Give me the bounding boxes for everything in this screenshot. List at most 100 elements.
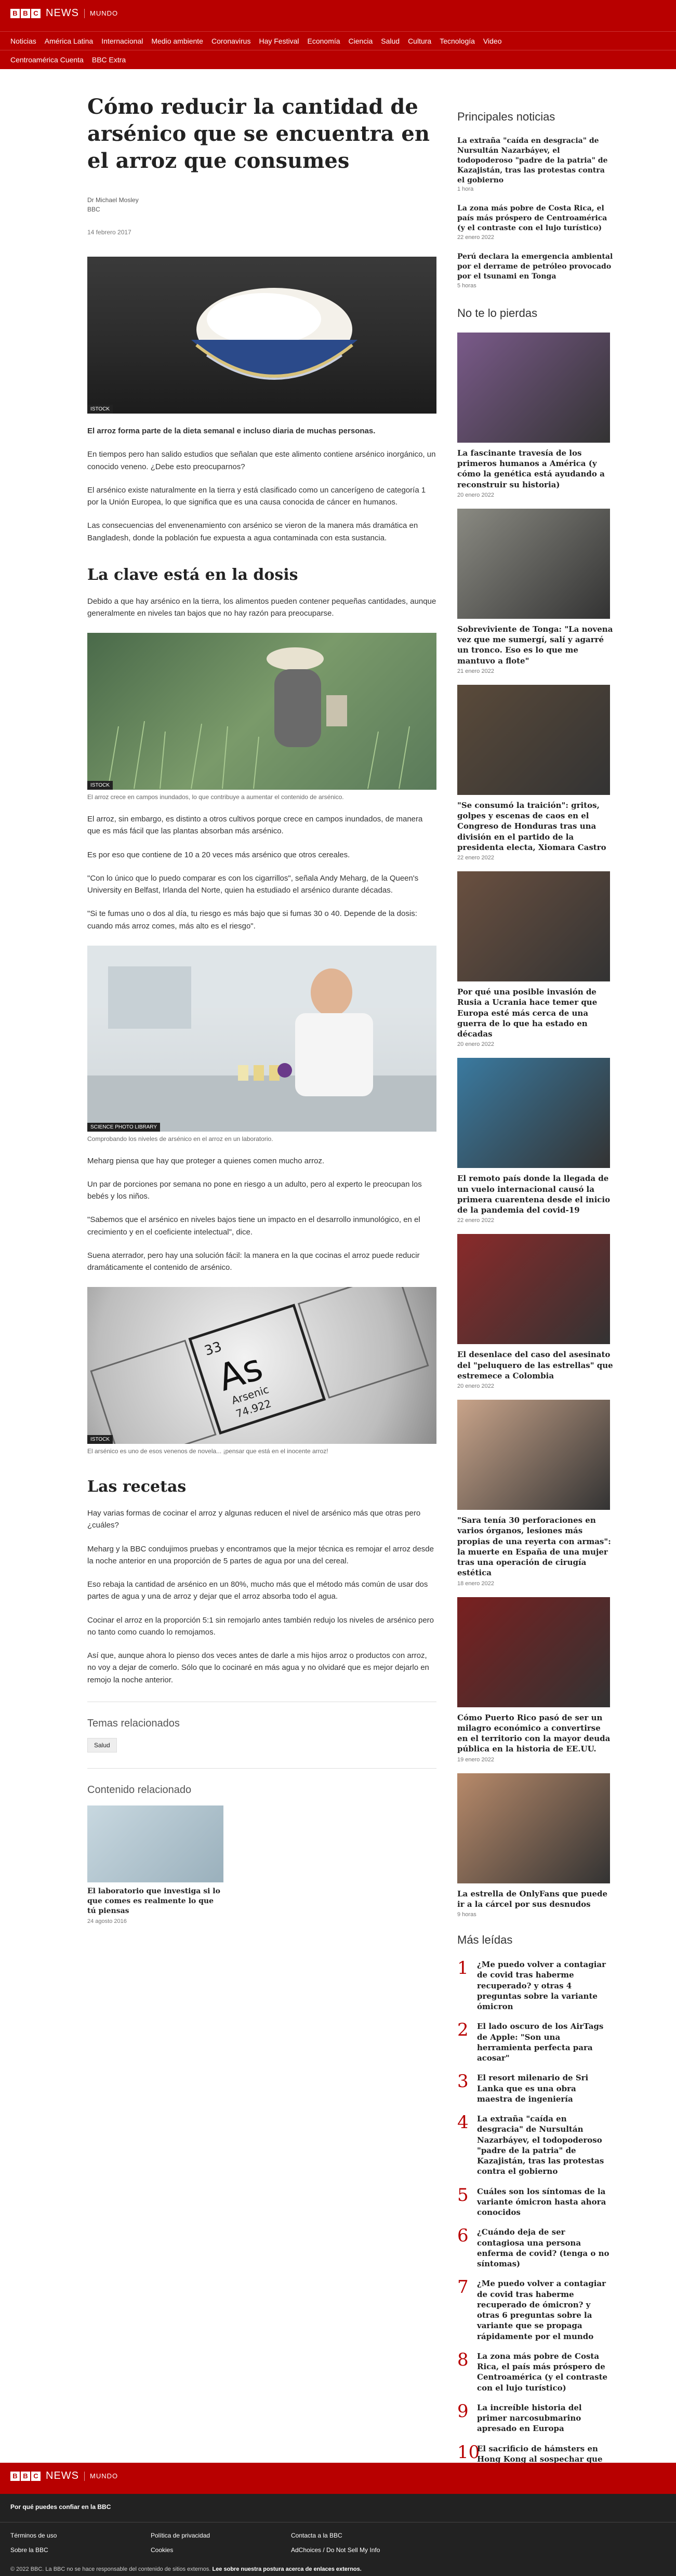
- logo-letter-b2: B: [21, 2471, 30, 2481]
- most-read-item[interactable]: 4 La extraña "caída en desgracia" de Nurs…: [457, 2114, 613, 2177]
- feature-card-image: [457, 1058, 610, 1169]
- feature-card[interactable]: "Sara tenía 30 perforaciones en varios ó…: [457, 1400, 613, 1587]
- feature-card[interactable]: El desenlace del caso del asesinato del …: [457, 1234, 613, 1389]
- feature-card-title: El desenlace del caso del asesinato del …: [457, 1350, 613, 1380]
- footer-links: Términos de uso Política de privacidad C…: [0, 2522, 676, 2554]
- feature-card[interactable]: La estrella de OnlyFans que puede ir a l…: [457, 1773, 613, 1918]
- top-story[interactable]: La extraña "caída en desgracia" de Nursu…: [457, 136, 613, 192]
- topic-tag-salud[interactable]: Salud: [87, 1737, 117, 1752]
- top-story-title: La extraña "caída en desgracia" de Nursu…: [457, 137, 608, 184]
- related-card[interactable]: El laboratorio que investiga si lo que c…: [87, 1805, 223, 1924]
- most-read-rank: 5: [457, 2184, 469, 2206]
- nav-item-video[interactable]: Video: [479, 37, 506, 45]
- feature-card[interactable]: Por qué una posible invasión de Rusia a …: [457, 871, 613, 1047]
- top-story-title: Perú declara la emergencia ambiental por…: [457, 253, 613, 281]
- nav-item-hay-festival[interactable]: Hay Festival: [255, 37, 303, 45]
- feature-card-title: Cómo Puerto Rico pasó de ser un milagro …: [457, 1712, 611, 1754]
- most-read-rank: 1: [457, 1958, 469, 1979]
- feature-card[interactable]: "Se consumó la traición": gritos, golpes…: [457, 684, 613, 861]
- paragraph: "Con lo único que lo puedo comparar es c…: [87, 873, 419, 895]
- most-read-item[interactable]: 1 ¿Me puedo volver a contagiar de covid t…: [457, 1959, 613, 2012]
- periodic-table-illustration: 33 As Arsenic 74.922: [90, 1270, 429, 1467]
- feature-card-date: 18 enero 2022: [457, 1580, 494, 1587]
- logo-mundo: MUNDO: [90, 2472, 118, 2480]
- footer-link[interactable]: Sobre la BBC: [10, 2546, 151, 2554]
- footer-link[interactable]: AdChoices / Do Not Sell My Info: [291, 2546, 431, 2554]
- nav-item-cultura[interactable]: Cultura: [404, 37, 435, 45]
- image-caption: El arsénico es uno de esos venenos de no…: [87, 1448, 328, 1455]
- top-story[interactable]: La zona más pobre de Costa Rica, el país…: [457, 204, 613, 241]
- feature-card[interactable]: Cómo Puerto Rico pasó de ser un milagro …: [457, 1597, 613, 1763]
- nav-item-medio-ambiente[interactable]: Medio ambiente: [147, 37, 207, 45]
- logo-letter-b: B: [10, 2471, 20, 2481]
- logo-divider: [84, 8, 85, 18]
- nav-item-economia[interactable]: Economía: [303, 37, 344, 45]
- article: Cómo reducir la cantidad de arsénico que…: [87, 94, 436, 1924]
- most-read-item[interactable]: 9 La increíble historia del primer narcos…: [457, 2402, 613, 2434]
- paragraph: El arroz, sin embargo, es distinto a otr…: [87, 815, 423, 836]
- feature-card-image: [457, 1773, 610, 1883]
- most-read-item[interactable]: 7 ¿Me puedo volver a contagiar de covid t…: [457, 2278, 613, 2342]
- most-read-rank: 6: [457, 2225, 469, 2247]
- top-story[interactable]: Perú declara la emergencia ambiental por…: [457, 252, 613, 289]
- footer-link[interactable]: Contacta a la BBC: [291, 2532, 431, 2539]
- most-read-title: El resort milenario de Sri Lanka que es …: [477, 2073, 589, 2104]
- bbc-news-mundo-logo[interactable]: B B C NEWS MUNDO: [10, 7, 118, 19]
- footer-link[interactable]: Política de privacidad: [151, 2532, 291, 2539]
- most-read-item[interactable]: 6 ¿Cuándo deja de ser contagiosa una pers…: [457, 2227, 613, 2269]
- external-links-link[interactable]: Lee sobre nuestra postura acerca de enla…: [212, 2566, 361, 2572]
- feature-card-title: Por qué una posible invasión de Rusia a …: [457, 987, 598, 1039]
- paragraph: Meharg y la BBC condujimos pruebas y enc…: [87, 1544, 434, 1565]
- paragraph: Suena aterrador, pero hay una solución f…: [87, 1251, 420, 1272]
- related-date: 24 agosto 2016: [87, 1918, 127, 1924]
- most-read-title: ¿Me puedo volver a contagiar de covid tr…: [477, 2279, 606, 2341]
- most-read-item[interactable]: 8 La zona más pobre de Costa Rica, el paí…: [457, 2351, 613, 2393]
- rice-field-image: ISTOCK: [87, 633, 436, 790]
- most-read-item[interactable]: 2 El lado oscuro de los AirTags de Apple:…: [457, 2021, 613, 2063]
- nav-item-tecnologia[interactable]: Tecnología: [435, 37, 479, 45]
- footer-trust-link[interactable]: Por qué puedes confiar en la BBC: [0, 2494, 676, 2511]
- paragraph: "Si te fumas uno o dos al día, tu riesgo…: [87, 909, 417, 931]
- feature-card-date: 20 enero 2022: [457, 1383, 494, 1390]
- paragraph: Meharg piensa que hay que proteger a qui…: [87, 1156, 325, 1165]
- mas-leidas-heading: Más leídas: [457, 1933, 513, 1947]
- footer-link[interactable]: Cookies: [151, 2546, 291, 2554]
- paragraph: Es por eso que contiene de 10 a 20 veces…: [87, 850, 350, 859]
- feature-card[interactable]: El remoto país donde la llegada de un vu…: [457, 1058, 613, 1224]
- feature-card-date: 21 enero 2022: [457, 668, 494, 674]
- principales-heading: Principales noticias: [457, 110, 555, 123]
- feature-card-image: [457, 508, 610, 619]
- lab-image: SCIENCE PHOTO LIBRARY: [87, 945, 436, 1132]
- nav-item-america-latina[interactable]: América Latina: [41, 37, 97, 45]
- image-credit: ISTOCK: [87, 1435, 113, 1444]
- related-image: [87, 1805, 223, 1882]
- nav-item-coronavirus[interactable]: Coronavirus: [207, 37, 255, 45]
- feature-card[interactable]: Sobreviviente de Tonga: "La novena vez q…: [457, 508, 613, 674]
- rice-bowl-illustration: [191, 288, 357, 380]
- paragraph: El arsénico existe naturalmente en la ti…: [87, 485, 426, 507]
- footer-logo[interactable]: B B C NEWS MUNDO: [10, 2470, 118, 2482]
- feature-card-image: [457, 684, 610, 795]
- related-title: El laboratorio que investiga si lo que c…: [87, 1887, 220, 1915]
- nav-item-internacional[interactable]: Internacional: [97, 37, 147, 45]
- most-read-item[interactable]: 3 El resort milenario de Sri Lanka que es…: [457, 2073, 613, 2104]
- feature-card-image: [457, 332, 610, 443]
- most-read-title: ¿Cuándo deja de ser contagiosa una perso…: [477, 2227, 609, 2269]
- most-read-rank: 7: [457, 2277, 469, 2298]
- footer-link[interactable]: Términos de uso: [10, 2532, 151, 2539]
- most-read-title: La increíble historia del primer narcosu…: [477, 2402, 582, 2434]
- feature-card-date: 20 enero 2022: [457, 1041, 494, 1048]
- paragraph: En tiempos pero han salido estudios que …: [87, 450, 436, 471]
- feature-card[interactable]: La fascinante travesía de los primeros h…: [457, 332, 613, 498]
- nav-item-noticias[interactable]: Noticias: [6, 37, 41, 45]
- most-read-item[interactable]: 5 Cuáles son los síntomas de la variante …: [457, 2186, 613, 2218]
- rice-bowl-image: ISTOCK: [87, 257, 436, 414]
- nav-item-salud[interactable]: Salud: [377, 37, 404, 45]
- feature-card-date: 9 horas: [457, 1911, 476, 1918]
- most-read-title: ¿Me puedo volver a contagiar de covid tr…: [477, 1960, 606, 2012]
- nav-item-ciencia[interactable]: Ciencia: [344, 37, 377, 45]
- nav-item-bbc-extra[interactable]: BBC Extra: [88, 56, 130, 64]
- paragraph: Debido a que hay arsénico en la tierra, …: [87, 596, 436, 618]
- feature-cards: La fascinante travesía de los primeros h…: [457, 332, 613, 1918]
- nav-item-centroamerica-cuenta[interactable]: Centroamérica Cuenta: [6, 56, 88, 64]
